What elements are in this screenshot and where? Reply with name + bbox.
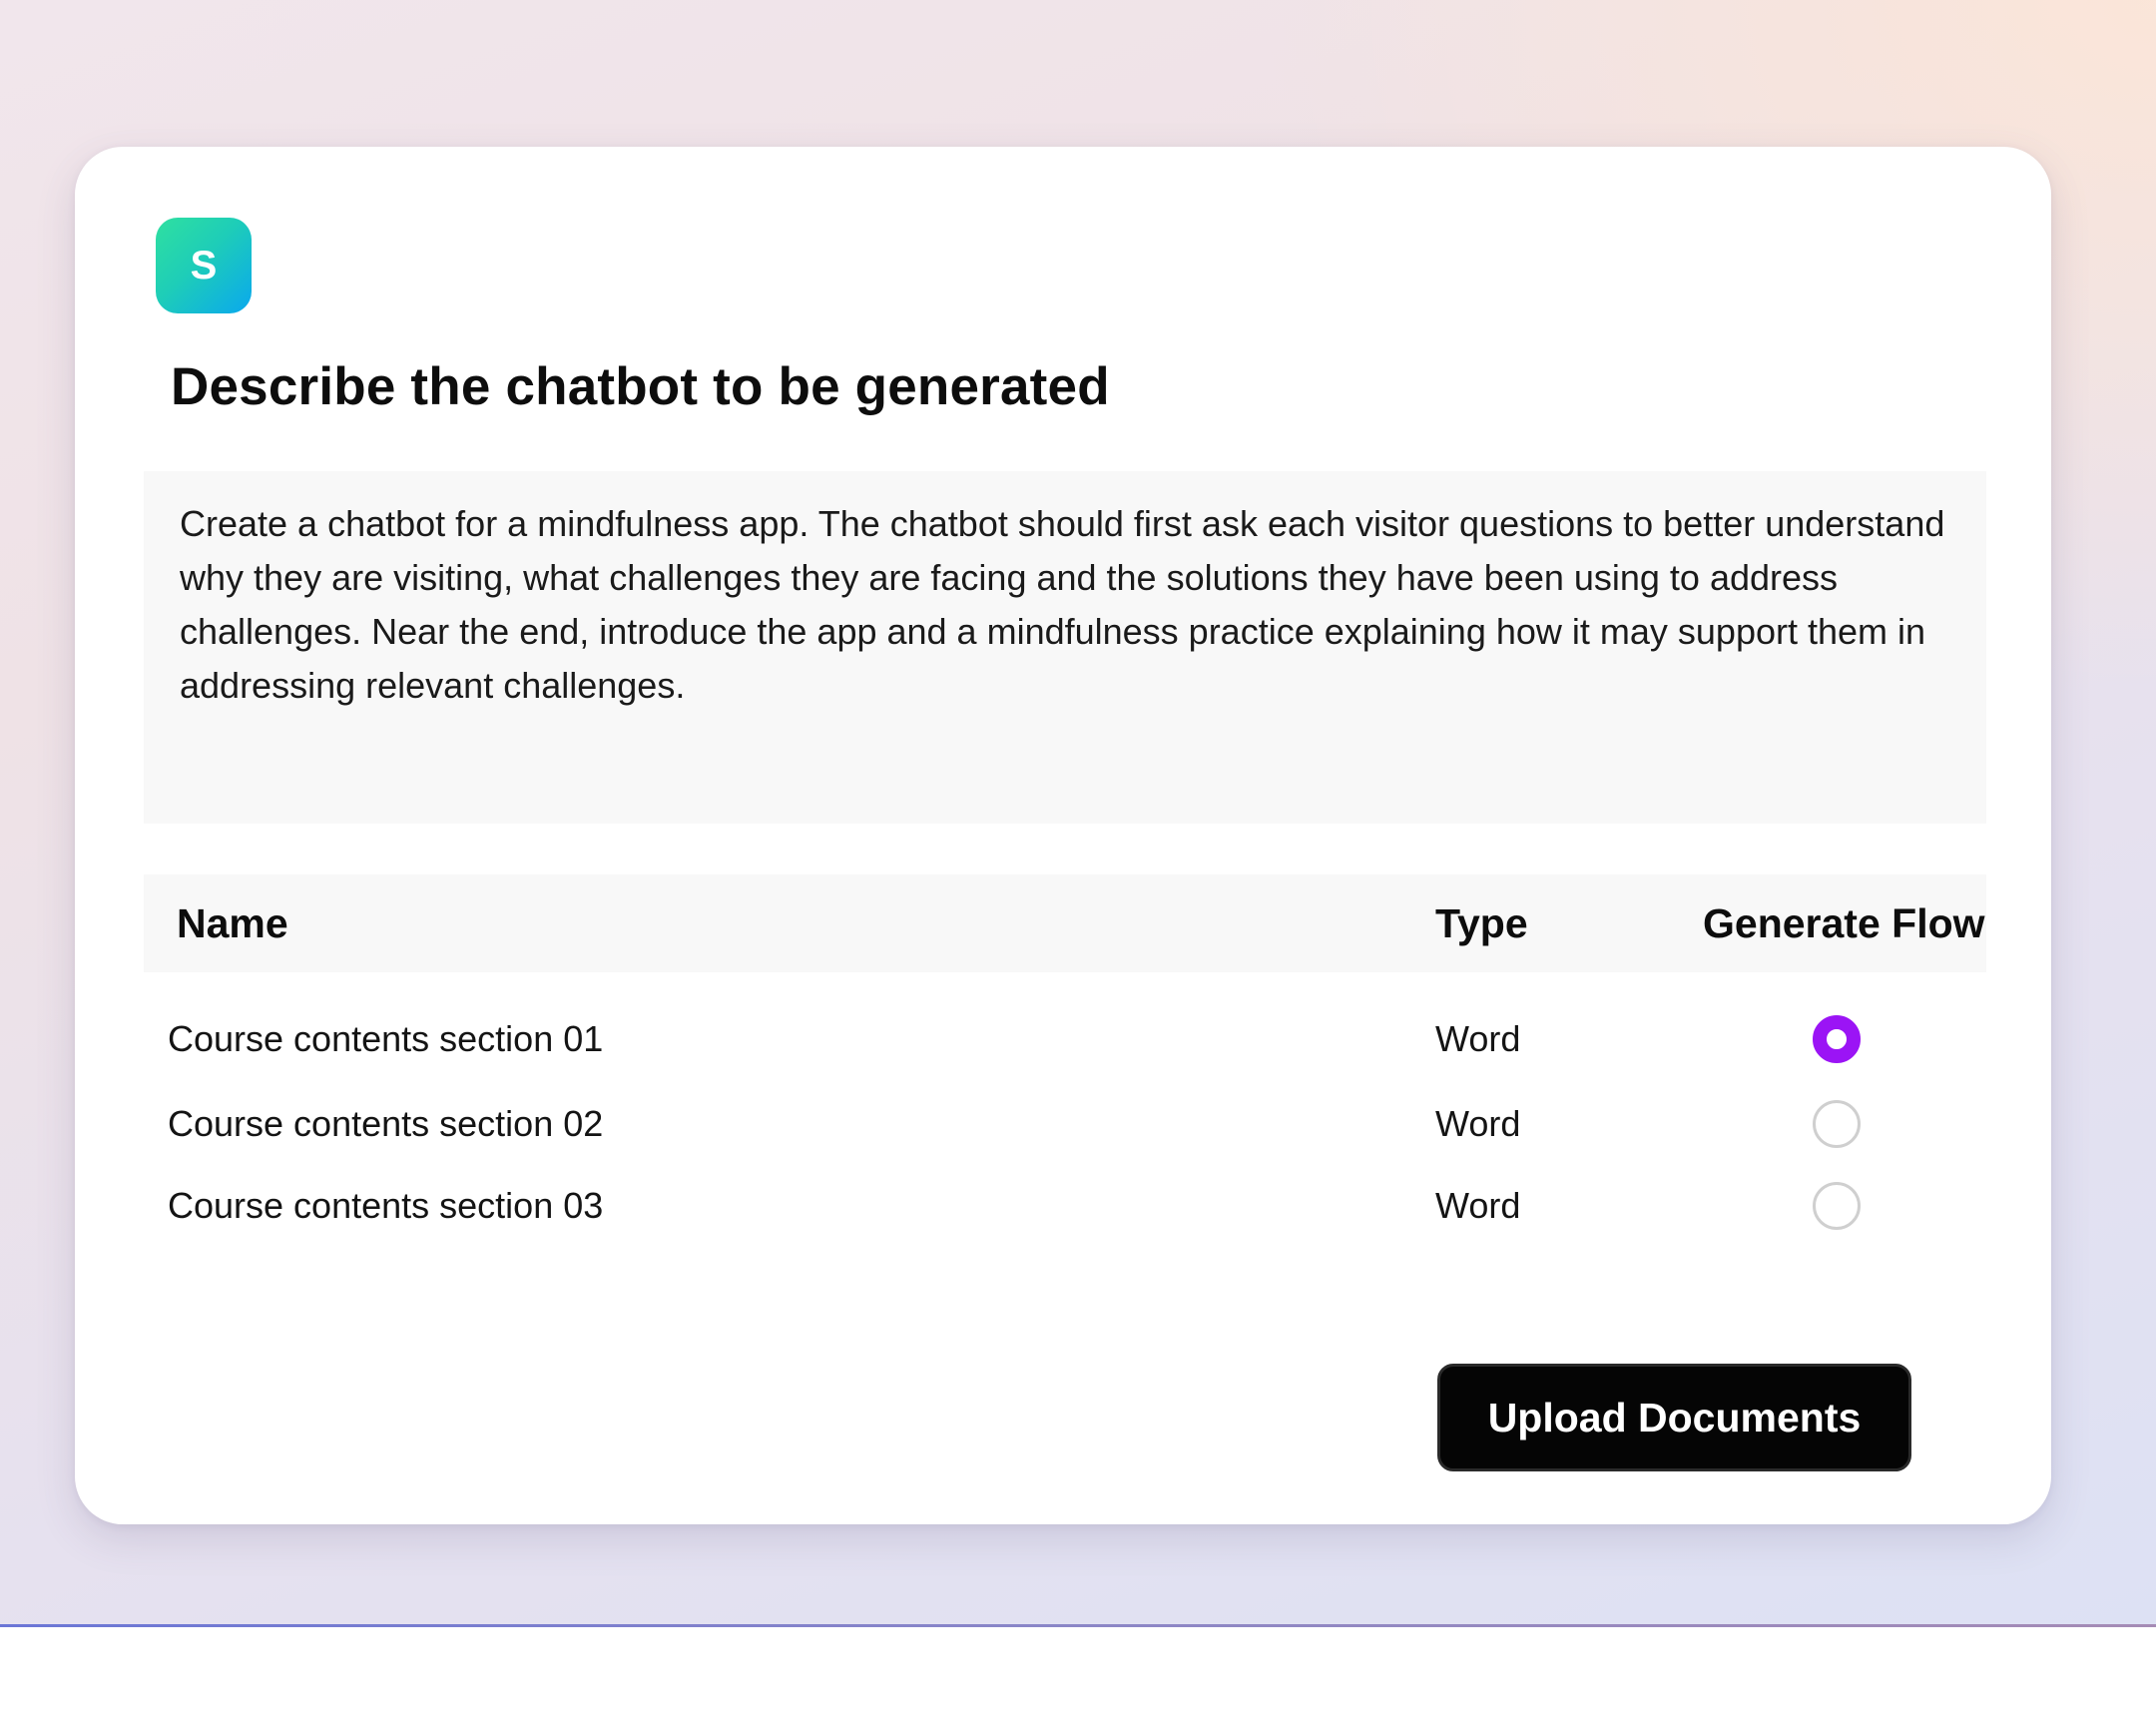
- document-type: Word: [1435, 1185, 1521, 1226]
- page-title: Describe the chatbot to be generated: [171, 357, 1110, 416]
- bottom-divider: [0, 1624, 2156, 1627]
- table-row: Course contents section 02 Word: [144, 1079, 1986, 1169]
- document-name: Course contents section 03: [168, 1185, 604, 1226]
- app-logo-icon: S: [156, 218, 252, 313]
- chatbot-description-textarea[interactable]: Create a chatbot for a mindfulness app. …: [144, 471, 1986, 824]
- document-name: Course contents section 01: [168, 1018, 604, 1059]
- document-name: Course contents section 02: [168, 1103, 604, 1144]
- column-header-name: Name: [177, 900, 288, 946]
- documents-table-header: Name Type Generate Flow: [144, 874, 1986, 972]
- upload-documents-button[interactable]: Upload Documents: [1437, 1364, 1911, 1471]
- column-header-type: Type: [1435, 900, 1528, 946]
- generate-flow-radio[interactable]: [1813, 1182, 1861, 1230]
- app-logo-letter: S: [190, 243, 218, 288]
- generate-flow-radio[interactable]: [1813, 1015, 1861, 1063]
- column-header-generate-flow: Generate Flow: [1703, 900, 1985, 946]
- table-row: Course contents section 03 Word: [144, 1161, 1986, 1251]
- document-type: Word: [1435, 1103, 1521, 1144]
- generate-flow-radio[interactable]: [1813, 1100, 1861, 1148]
- chatbot-generator-card: S Describe the chatbot to be generated C…: [75, 147, 2051, 1524]
- document-type: Word: [1435, 1018, 1521, 1059]
- table-row: Course contents section 01 Word: [144, 994, 1986, 1084]
